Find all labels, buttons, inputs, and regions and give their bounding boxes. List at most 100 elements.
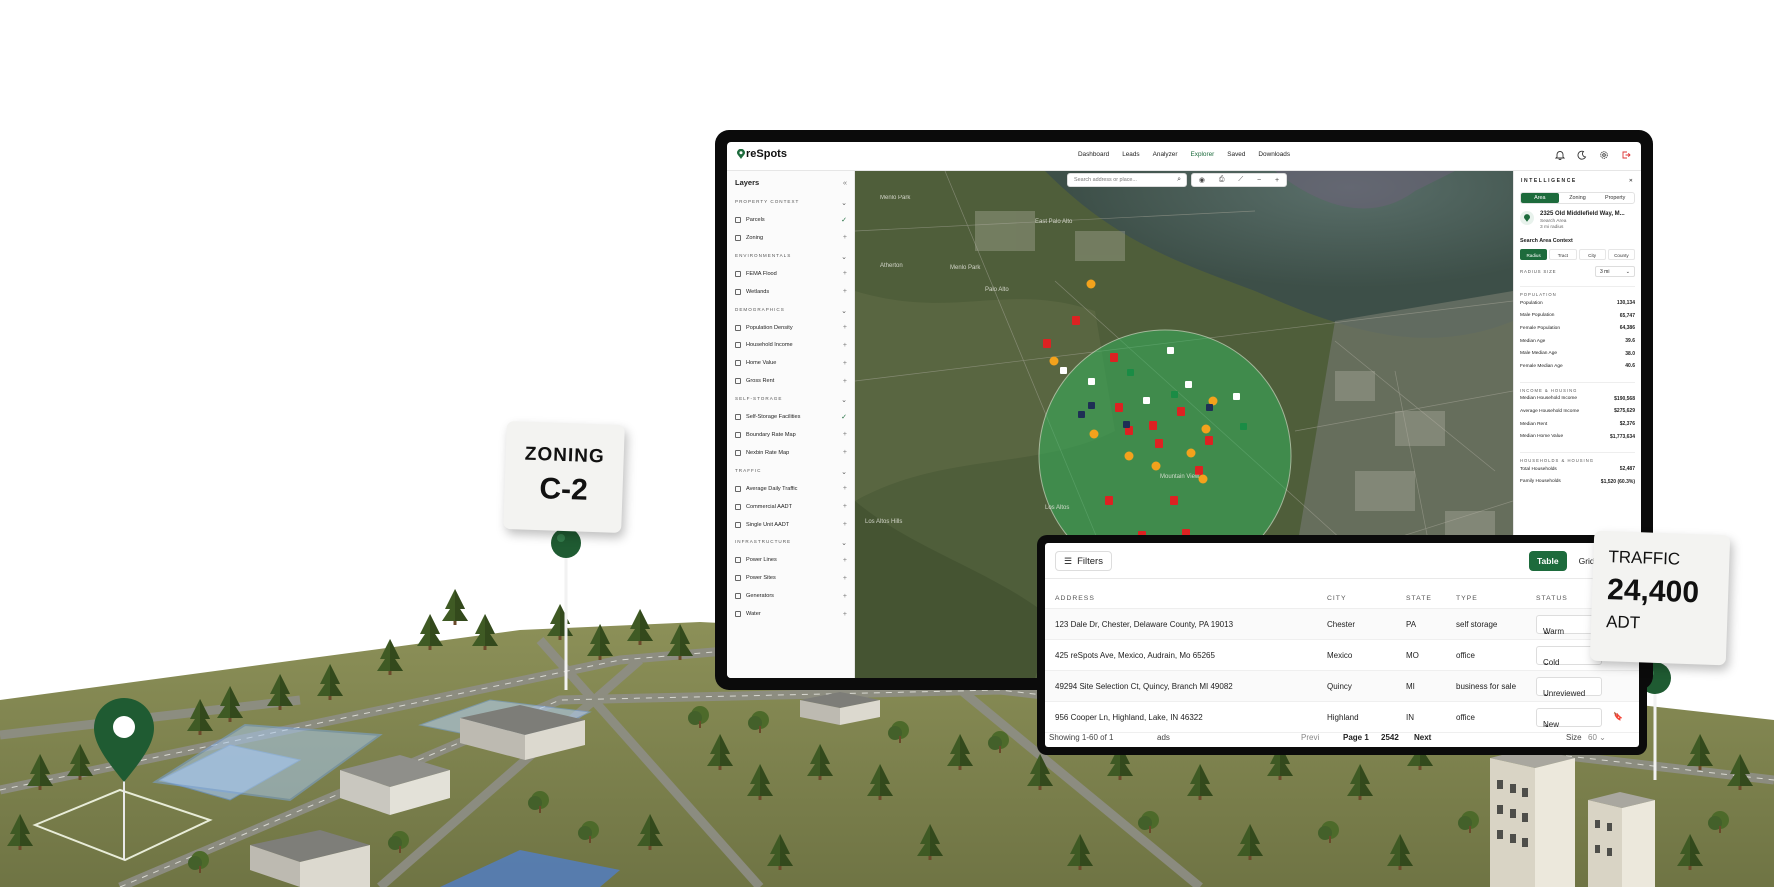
layer-item[interactable]: Home Value + (727, 354, 854, 372)
layer-group-label: DEMOGRAPHICS (735, 306, 785, 312)
plus-icon[interactable]: + (843, 378, 847, 385)
table-row[interactable]: 49294 Site Selection Ct, Quincy, Branch … (1045, 671, 1639, 702)
table-row[interactable]: 123 Dale Dr, Chester, Delaware County, P… (1045, 609, 1639, 640)
context-tab-radius[interactable]: Radius (1520, 249, 1548, 260)
plus-icon[interactable]: + (843, 324, 847, 331)
plus-icon[interactable]: + (843, 521, 847, 528)
layer-item[interactable]: Power Lines + (727, 551, 854, 569)
moon-icon[interactable] (1577, 150, 1587, 160)
plus-icon[interactable]: + (843, 234, 847, 241)
leads-table-screen: ☰ Filters Table Grid ADDRESS CITY STATE … (1045, 543, 1639, 747)
plus-icon[interactable]: + (843, 485, 847, 492)
layer-item[interactable]: Household Income + (727, 336, 854, 354)
table-row[interactable]: 425 reSpots Ave, Mexico, Audrain, Mo 652… (1045, 640, 1639, 671)
view-table-button[interactable]: Table (1529, 551, 1567, 571)
col-address[interactable]: ADDRESS (1055, 595, 1095, 602)
nav-saved[interactable]: Saved (1227, 151, 1245, 158)
layer-group-title[interactable]: SELF-STORAGE ⌄ (727, 390, 854, 408)
layer-item[interactable]: Wetlands + (727, 283, 854, 301)
double-chevron-left-icon[interactable]: « (843, 178, 847, 187)
layer-group-title[interactable]: INFRASTRUCTURE ⌄ (727, 533, 854, 551)
ruler-icon[interactable]: ⟋ (1238, 176, 1243, 184)
layer-item[interactable]: FEMA Flood + (727, 265, 854, 283)
bell-icon[interactable] (1555, 150, 1565, 160)
layers-toggle-icon[interactable]: ◉ (1199, 176, 1205, 184)
layer-group-title[interactable]: PROPERTY CONTEXT ⌄ (727, 193, 854, 211)
layer-item-label: Power Lines (746, 557, 777, 564)
layer-item[interactable]: Self-Storage Facilities ✓ (727, 408, 854, 426)
table-row[interactable]: 956 Cooper Ln, Highland, Lake, IN 46322 H… (1045, 702, 1639, 733)
layer-group-title[interactable]: DEMOGRAPHICS ⌄ (727, 301, 854, 319)
size-select[interactable]: 60 ⌄ (1588, 733, 1606, 742)
tab-area[interactable]: Area (1521, 193, 1559, 203)
size-value: 60 (1588, 733, 1597, 742)
plus-icon[interactable]: + (843, 593, 847, 600)
plus-icon[interactable]: + (843, 431, 847, 438)
check-icon[interactable]: ✓ (841, 413, 847, 421)
layer-item[interactable]: Gross Rent + (727, 372, 854, 390)
zoom-out-button[interactable]: − (1257, 177, 1261, 184)
nav-downloads[interactable]: Downloads (1258, 151, 1290, 158)
plus-icon[interactable]: + (843, 503, 847, 510)
plus-icon[interactable]: + (843, 342, 847, 349)
radius-size-select[interactable]: 3 mi ⌄ (1595, 266, 1635, 277)
nav-dashboard[interactable]: Dashboard (1078, 151, 1109, 158)
stat-value: 40.6 (1625, 363, 1635, 370)
layer-item-label: Zoning (746, 234, 764, 241)
chevron-down-icon: ⌄ (841, 307, 847, 315)
layer-item[interactable]: Zoning + (727, 229, 854, 247)
close-icon[interactable]: ✕ (1629, 178, 1633, 184)
nav-leads[interactable]: Leads (1122, 151, 1139, 158)
plus-icon[interactable]: + (843, 611, 847, 618)
plus-icon[interactable]: + (843, 557, 847, 564)
plus-icon[interactable]: + (843, 288, 847, 295)
layer-item-label: Water (746, 611, 761, 618)
nav-analyzer[interactable]: Analyzer (1153, 151, 1178, 158)
search-icon[interactable]: ⌕ (1177, 176, 1181, 184)
nav-explorer[interactable]: Explorer (1191, 151, 1215, 158)
layer-item[interactable]: Nexbin Rate Map + (727, 444, 854, 462)
layers-header: Layers « (727, 171, 854, 193)
layer-group-title[interactable]: TRAFFIC ⌄ (727, 462, 854, 480)
next-button[interactable]: Next (1414, 733, 1431, 742)
layer-item[interactable]: Parcels ✓ (727, 211, 854, 229)
gear-icon[interactable] (1599, 150, 1609, 160)
context-tab-county[interactable]: County (1607, 249, 1635, 260)
plus-icon[interactable]: + (843, 270, 847, 277)
context-tab-city[interactable]: City (1578, 249, 1606, 260)
col-state[interactable]: STATE (1406, 595, 1432, 602)
bookmark-icon[interactable]: 🔖 (1613, 712, 1623, 721)
zoom-in-button[interactable]: + (1275, 177, 1279, 184)
leads-table-card: ☰ Filters Table Grid ADDRESS CITY STATE … (1037, 535, 1647, 755)
layer-item[interactable]: Commercial AADT + (727, 498, 854, 516)
plus-icon[interactable]: + (843, 360, 847, 367)
table-footer: Showing 1-60 of 1 ads Previ Page 1 2542 … (1045, 733, 1639, 747)
traffic-sign: TRAFFIC 24,400 ADT (1589, 530, 1731, 666)
layer-group-title[interactable]: ENVIRONMENTALS ⌄ (727, 247, 854, 265)
plus-icon[interactable]: + (843, 449, 847, 456)
status-select[interactable]: Unreviewed ⌄ (1536, 677, 1602, 698)
layer-item[interactable]: Water + (727, 605, 854, 623)
check-icon[interactable]: ✓ (841, 216, 847, 224)
layer-item[interactable]: Single Unit AADT + (727, 516, 854, 534)
status-select[interactable]: New ⌄ (1536, 708, 1602, 729)
logout-icon[interactable] (1621, 150, 1631, 160)
tab-property[interactable]: Property (1596, 193, 1634, 203)
plus-icon[interactable]: + (843, 575, 847, 582)
layer-item[interactable]: Boundary Rate Map + (727, 426, 854, 444)
layer-item[interactable]: Population Density + (727, 319, 854, 337)
filters-button[interactable]: ☰ Filters (1055, 551, 1112, 571)
layer-item[interactable]: Average Daily Traffic + (727, 480, 854, 498)
layer-item[interactable]: Power Sites + (727, 569, 854, 587)
col-type[interactable]: TYPE (1456, 595, 1478, 602)
col-city[interactable]: CITY (1327, 595, 1346, 602)
print-icon[interactable]: ⎙ (1219, 176, 1225, 184)
tab-zoning[interactable]: Zoning (1559, 193, 1597, 203)
prev-button[interactable]: Previ (1301, 733, 1319, 742)
col-status[interactable]: STATUS (1536, 595, 1568, 602)
layer-item[interactable]: Generators + (727, 587, 854, 605)
context-tab-tract[interactable]: Tract (1549, 249, 1577, 260)
map-search-input[interactable]: Search address or place... ⌕ (1067, 173, 1187, 187)
layer-icon (735, 414, 741, 421)
layer-icon (735, 342, 741, 349)
